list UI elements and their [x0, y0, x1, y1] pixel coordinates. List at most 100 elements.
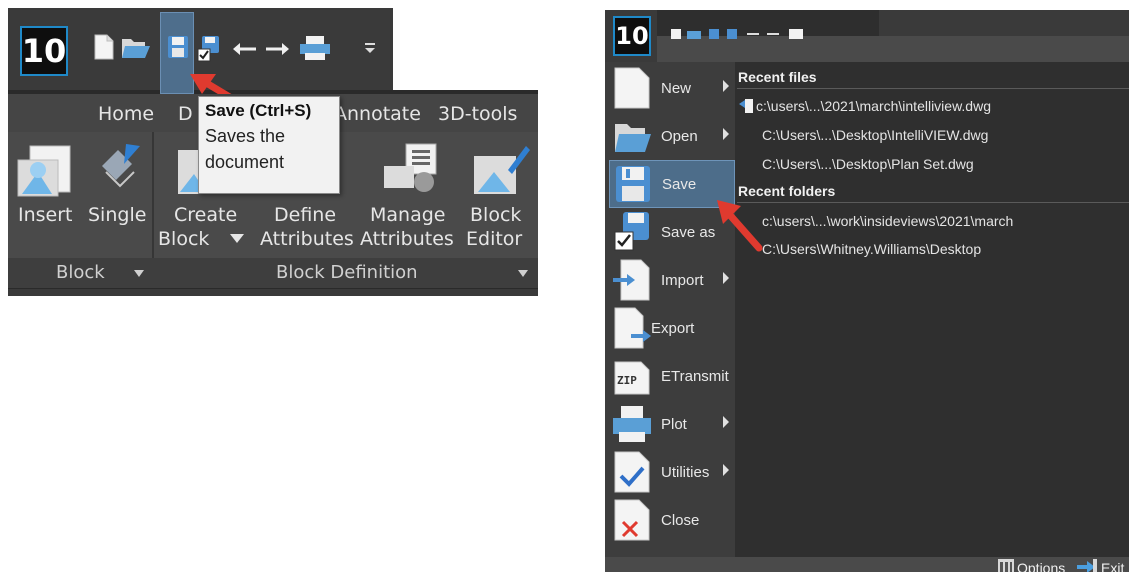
- menu-label: Utilities: [661, 463, 710, 481]
- new-file-icon[interactable]: [92, 32, 116, 62]
- save-tooltip: Save (Ctrl+S) Saves the document: [198, 96, 340, 194]
- block-editor-button[interactable]: Block Editor: [462, 204, 532, 254]
- save-all-icon: [727, 29, 737, 39]
- submenu-arrow-icon: [723, 416, 729, 428]
- zip-icon: ZIP: [613, 354, 651, 398]
- tab-d[interactable]: D: [178, 103, 193, 125]
- insert-block-icon: [16, 144, 72, 198]
- section-divider: [737, 202, 1129, 203]
- insert-button[interactable]: Insert: [18, 204, 73, 226]
- recent-file-link[interactable]: C:\Users\...\Desktop\Plan Set.dwg: [762, 156, 974, 172]
- group-label-block: Block: [56, 262, 105, 283]
- recent-files-header: Recent files: [738, 69, 817, 85]
- print-icon: [789, 29, 803, 39]
- pinned-file-icon: [739, 98, 755, 114]
- menu-label: Export: [651, 319, 695, 337]
- print-icon[interactable]: [298, 34, 332, 62]
- group-label-block-definition: Block Definition: [276, 262, 418, 283]
- submenu-arrow-icon: [723, 464, 729, 476]
- tab-home[interactable]: Home: [98, 103, 154, 125]
- menu-label: New: [661, 79, 692, 97]
- section-divider: [737, 88, 1129, 89]
- define-attributes-button[interactable]: Define Attributes: [260, 204, 360, 254]
- open-folder-icon[interactable]: [120, 34, 152, 62]
- app-logo[interactable]: 10: [20, 26, 68, 76]
- chevron-down-icon[interactable]: [134, 270, 144, 278]
- new-file-icon: [671, 29, 681, 39]
- menu-label: Save as: [661, 223, 716, 241]
- save-as-icon: [613, 210, 651, 254]
- recent-file-link[interactable]: C:\Users\...\Desktop\IntelliVIEW.dwg: [762, 127, 988, 143]
- create-block-button[interactable]: Create Block: [158, 204, 250, 254]
- manage-attributes-button[interactable]: Manage Attributes: [360, 204, 460, 254]
- tooltip-description: Saves the document: [205, 123, 333, 175]
- close-document-icon: [613, 498, 651, 542]
- new-file-icon: [613, 66, 651, 110]
- recent-file-link[interactable]: c:\users\...\2021\march\intelliview.dwg: [756, 98, 991, 114]
- options-button[interactable]: Options: [1017, 560, 1065, 572]
- menu-item-close[interactable]: Close: [609, 496, 735, 544]
- exit-icon: [1077, 558, 1097, 572]
- save-icon[interactable]: [166, 32, 190, 62]
- left-screenshot: 10 Home D Annotate 3D-tools Insert Singl…: [8, 8, 538, 298]
- menu-label: Close: [661, 511, 700, 529]
- menu-item-export[interactable]: Export: [609, 304, 735, 352]
- app-logo[interactable]: 10: [613, 16, 651, 56]
- recent-folder-link[interactable]: C:\Users\Whitney.Williams\Desktop: [762, 241, 981, 257]
- submenu-arrow-icon: [723, 128, 729, 140]
- tooltip-title: Save (Ctrl+S): [205, 101, 312, 120]
- exit-button[interactable]: Exit: [1101, 560, 1124, 572]
- menu-label: Save: [662, 175, 697, 193]
- print-icon: [613, 402, 651, 446]
- open-folder-icon: [613, 114, 651, 158]
- block-editor-icon: [472, 142, 530, 196]
- customize-icon[interactable]: [362, 40, 378, 56]
- menu-item-import[interactable]: Import: [609, 256, 735, 304]
- define-attributes-label-2: Attributes: [260, 228, 354, 250]
- recent-folder-link[interactable]: c:\users\...\work\insideviews\2021\march: [762, 213, 1013, 229]
- export-icon: [613, 306, 651, 350]
- pointer-arrow-icon: [717, 200, 763, 252]
- create-block-label-1: Create: [174, 204, 238, 226]
- ribbon-bottom-edge: [8, 288, 538, 296]
- tooltip-desc-line-1: Saves the: [205, 126, 286, 146]
- options-icon: [998, 558, 1014, 572]
- undo-arrow-icon: [747, 33, 759, 35]
- manage-attributes-icon: [382, 142, 438, 194]
- checkmark-document-icon: [613, 450, 651, 494]
- tab-3d-tools[interactable]: 3D-tools: [438, 103, 517, 125]
- menu-item-open[interactable]: Open: [609, 112, 735, 160]
- manage-attributes-label-1: Manage: [370, 204, 446, 226]
- create-block-label-2: Block: [158, 228, 210, 250]
- submenu-arrow-icon: [723, 272, 729, 284]
- import-icon: [613, 258, 651, 302]
- menu-item-etransmit[interactable]: ZIP ETransmit: [609, 352, 735, 400]
- menu-label: Plot: [661, 415, 687, 433]
- chevron-down-icon[interactable]: [230, 234, 244, 244]
- right-screenshot: 10 New Open Save Save as Import Export Z…: [605, 10, 1129, 572]
- menu-label: Open: [661, 127, 698, 145]
- qat-icons: [669, 24, 829, 39]
- menu-item-utilities[interactable]: Utilities: [609, 448, 735, 496]
- tab-annotate[interactable]: Annotate: [334, 103, 421, 125]
- zip-icon-text: ZIP: [617, 374, 637, 387]
- save-icon: [709, 29, 719, 39]
- save-all-icon[interactable]: [196, 34, 222, 64]
- block-editor-label-1: Block: [470, 204, 522, 226]
- menu-label: ETransmit: [661, 367, 729, 385]
- redo-arrow-icon[interactable]: [264, 38, 292, 60]
- single-button[interactable]: Single: [88, 204, 146, 226]
- menu-item-new[interactable]: New: [609, 64, 735, 112]
- single-attribute-icon: [96, 142, 142, 196]
- tooltip-desc-line-2: document: [205, 152, 285, 172]
- save-icon: [614, 162, 652, 206]
- block-editor-label-2: Editor: [466, 228, 523, 250]
- title-bar-strip: [657, 36, 1129, 62]
- undo-arrow-icon[interactable]: [230, 38, 258, 60]
- redo-arrow-icon: [767, 33, 779, 35]
- menu-item-plot[interactable]: Plot: [609, 400, 735, 448]
- chevron-down-icon[interactable]: [518, 270, 528, 278]
- menu-label: Import: [661, 271, 704, 289]
- submenu-arrow-icon: [723, 80, 729, 92]
- open-folder-icon: [687, 31, 701, 39]
